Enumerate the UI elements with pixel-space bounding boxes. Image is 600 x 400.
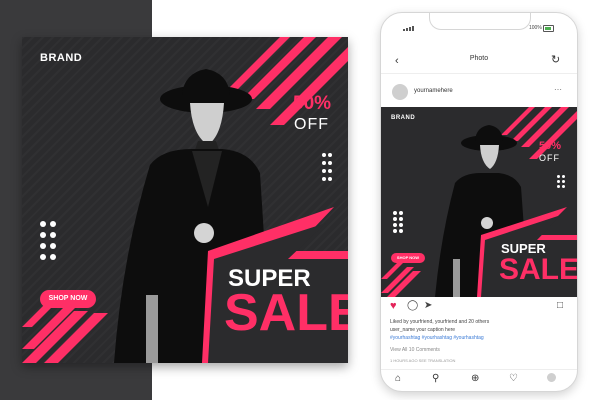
refresh-icon[interactable]: ↻ bbox=[551, 53, 560, 66]
shop-now-button[interactable]: SHOP NOW bbox=[40, 290, 96, 308]
home-icon[interactable]: ⌂ bbox=[395, 373, 401, 384]
comment-icon[interactable]: ◯ bbox=[407, 300, 418, 311]
time-ago-text: 1 HOURS AGO SEE TRANSLATION bbox=[390, 358, 456, 363]
heart-icon[interactable]: ♥ bbox=[390, 300, 397, 312]
phone-mockup: 100% ‹ Photo ↻ yournamehere ⋯ BRAND 50% … bbox=[380, 12, 578, 392]
post-image[interactable]: BRAND 50% OFF SHOP NOW SUPER SALE bbox=[381, 107, 577, 297]
photo-header: ‹ Photo ↻ bbox=[381, 49, 577, 74]
post-actions: ♥ ◯ ➤ □ bbox=[381, 298, 577, 316]
chevron-left-icon[interactable]: ‹ bbox=[395, 55, 399, 67]
mini-sale-text: SALE bbox=[499, 253, 577, 286]
discount-percent: 50% bbox=[293, 93, 332, 114]
avatar[interactable] bbox=[392, 84, 408, 100]
more-dots-icon[interactable]: ⋯ bbox=[554, 85, 563, 94]
username[interactable]: yournamehere bbox=[414, 88, 453, 94]
brand-label: BRAND bbox=[40, 52, 83, 64]
send-icon[interactable]: ➤ bbox=[424, 300, 432, 311]
add-icon[interactable]: ⊕ bbox=[471, 373, 479, 384]
search-icon[interactable]: ⚲ bbox=[432, 373, 439, 384]
profile-avatar-icon[interactable] bbox=[547, 373, 556, 385]
view-comments-link[interactable]: View All 10 Comments bbox=[390, 347, 440, 353]
header-title: Photo bbox=[469, 55, 489, 62]
mini-discount-percent: 50% bbox=[539, 140, 562, 152]
phone-notch bbox=[429, 13, 531, 30]
battery-icon bbox=[543, 25, 554, 32]
bookmark-icon[interactable]: □ bbox=[557, 300, 563, 311]
hashtags-text[interactable]: #yourhashtag #yourhashtag #yourhashtag bbox=[390, 335, 484, 341]
mini-shop-now-button: SHOP NOW bbox=[391, 253, 425, 263]
stripes-bottom-left bbox=[22, 299, 108, 363]
post-user-row: yournamehere ⋯ bbox=[381, 75, 577, 103]
battery-percent: 100% bbox=[529, 25, 542, 31]
bottom-tab-bar: ⌂ ⚲ ⊕ ♡ bbox=[381, 369, 577, 391]
heart-outline-icon[interactable]: ♡ bbox=[509, 373, 518, 384]
caption-text: user_name your caption here bbox=[390, 327, 456, 333]
mini-discount-off: OFF bbox=[539, 153, 560, 163]
discount-off-label: OFF bbox=[294, 116, 329, 133]
post-design: BRAND 50% OFF SHOP NOW SUPER SALE bbox=[22, 37, 348, 363]
liked-by-text: Liked by yourfriend, yourfriend and 20 o… bbox=[390, 319, 490, 325]
sale-text: SALE bbox=[224, 284, 348, 342]
mini-brand-label: BRAND bbox=[391, 115, 416, 121]
